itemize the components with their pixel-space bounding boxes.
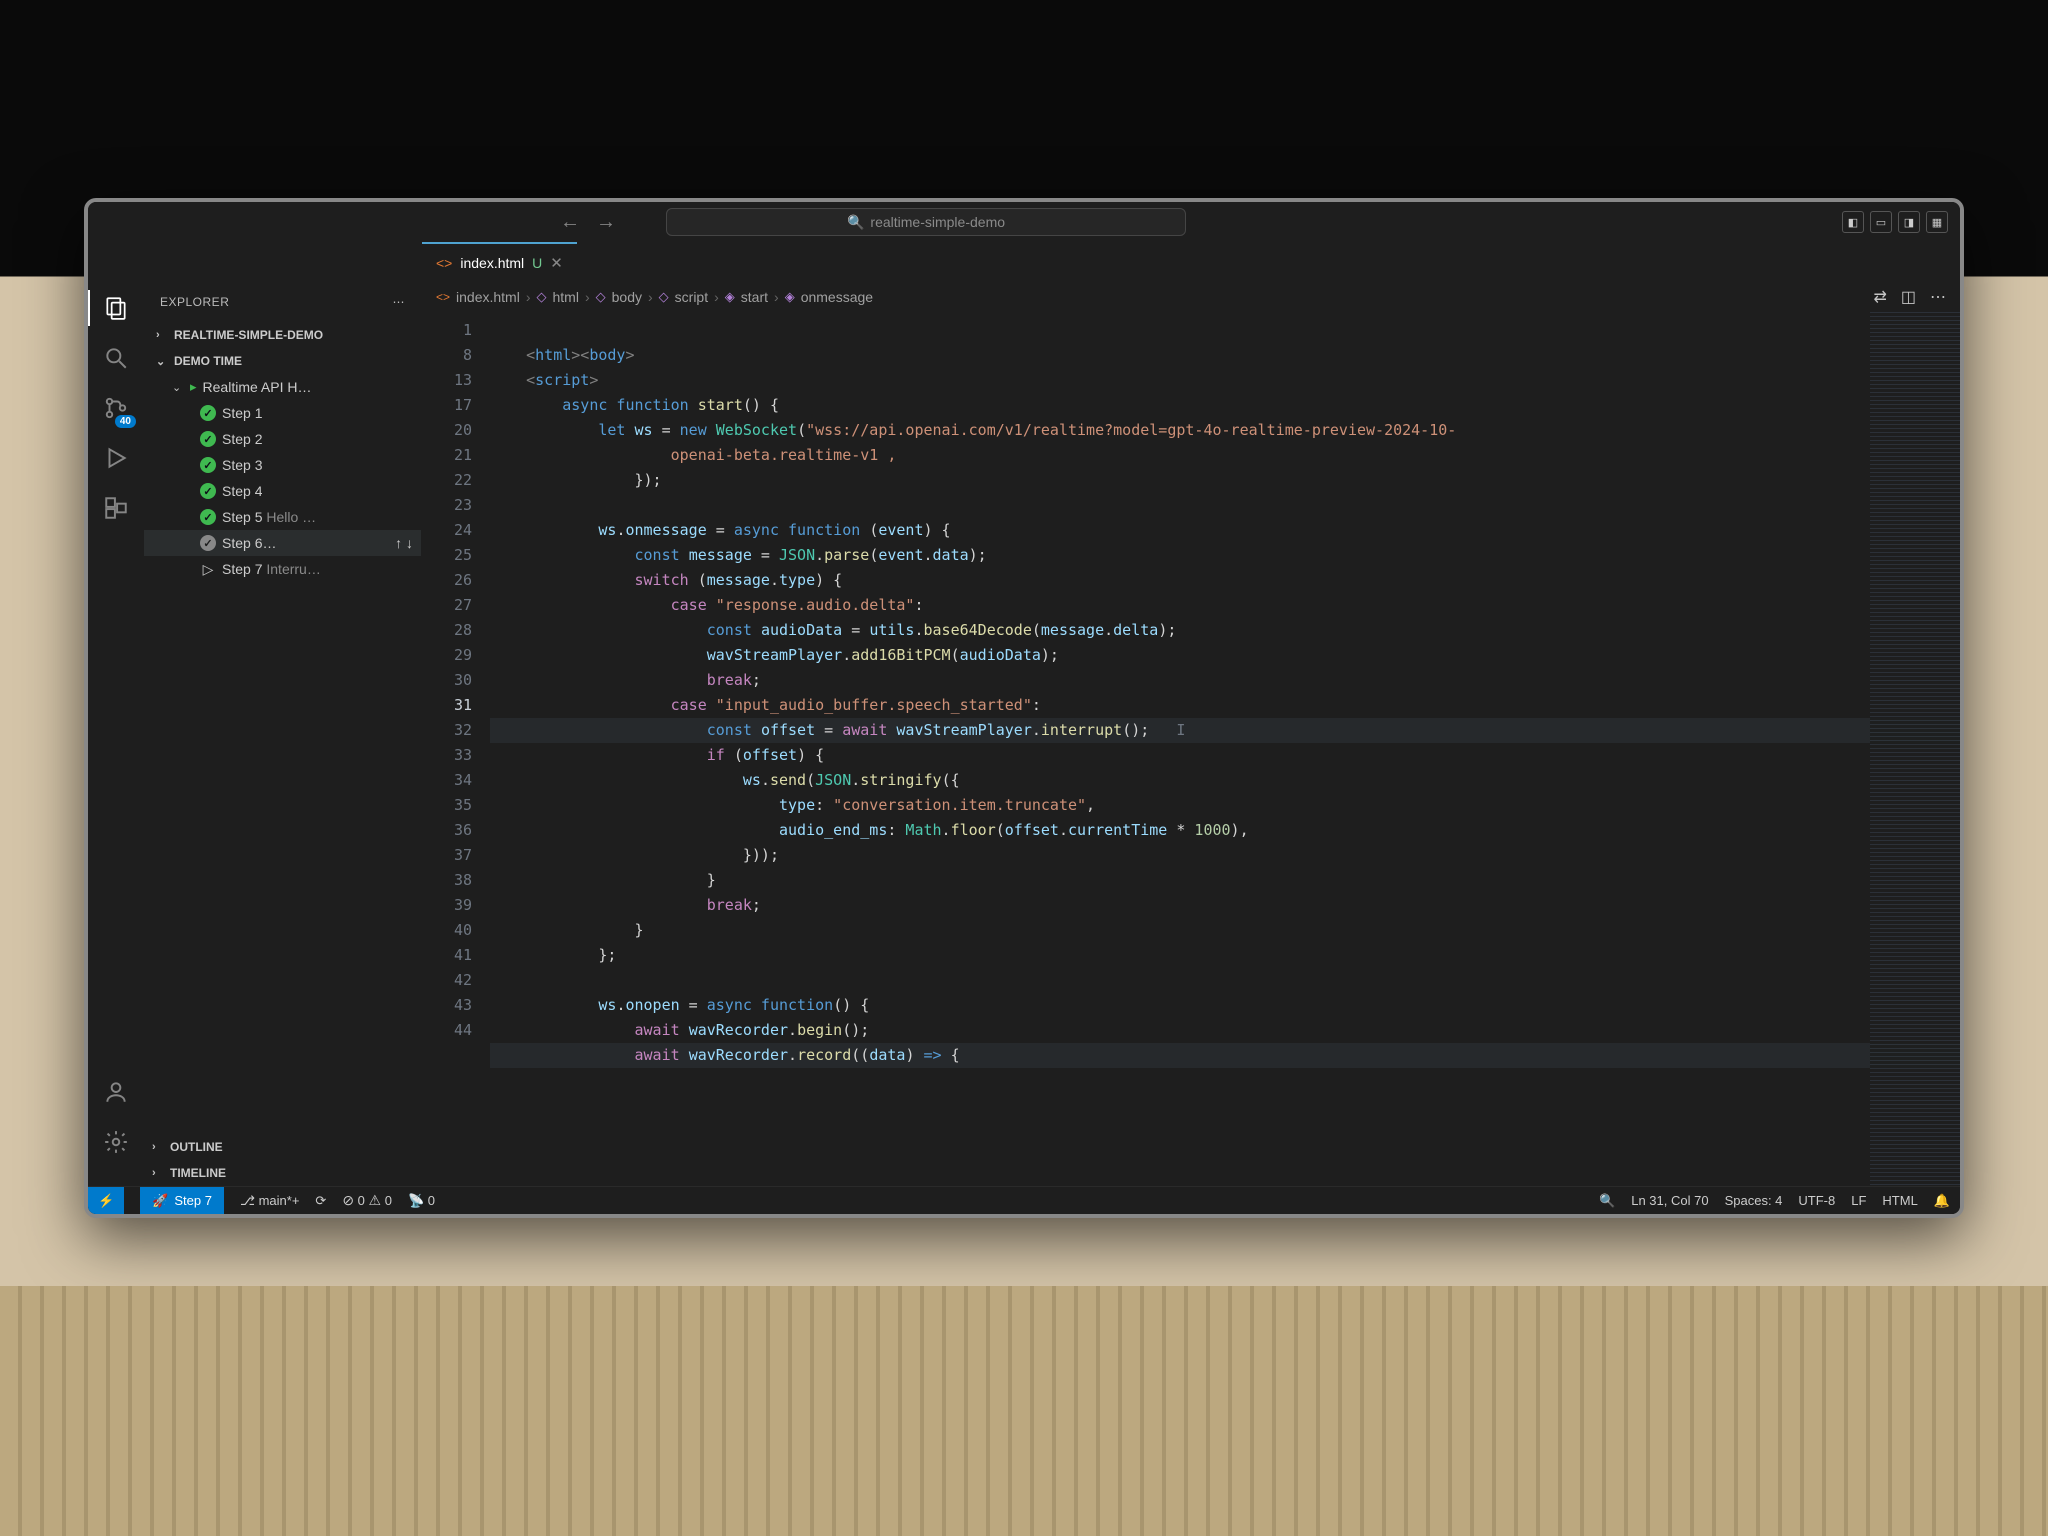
- warning-icon: ⚠: [369, 1192, 382, 1208]
- tab-git-flag: U: [532, 255, 542, 271]
- source-control-icon[interactable]: 40: [100, 392, 132, 424]
- editor-more-icon[interactable]: ⋯: [1930, 287, 1946, 307]
- cursor-position[interactable]: Ln 31, Col 70: [1631, 1193, 1708, 1208]
- nav-forward-icon[interactable]: →: [596, 211, 616, 234]
- folder-realtime-simple-demo[interactable]: ›REALTIME-SIMPLE-DEMO: [144, 322, 421, 348]
- extensions-icon[interactable]: [100, 492, 132, 524]
- problems-status[interactable]: ⊘ 0 ⚠ 0: [342, 1192, 392, 1209]
- explorer-sidebar: EXPLORER ⋯ ›REALTIME-SIMPLE-DEMO ⌄DEMO T…: [144, 282, 422, 1186]
- close-icon[interactable]: ✕: [550, 254, 563, 272]
- nav-back-icon[interactable]: ←: [560, 211, 580, 234]
- folder-demo-time[interactable]: ⌄DEMO TIME: [144, 348, 421, 374]
- language-mode[interactable]: HTML: [1882, 1193, 1917, 1208]
- remote-indicator[interactable]: ⚡: [88, 1187, 124, 1214]
- rocket-icon: 🚀: [152, 1193, 168, 1209]
- split-editor-icon[interactable]: ◫: [1901, 287, 1916, 307]
- tab-filename: index.html: [460, 255, 524, 271]
- run-debug-icon[interactable]: [100, 442, 132, 474]
- status-step[interactable]: 🚀Step 7: [140, 1187, 224, 1214]
- sidebar-more-icon[interactable]: ⋯: [393, 295, 406, 309]
- play-icon: ▸: [190, 379, 197, 395]
- step-item-1[interactable]: ✓Step 1: [144, 400, 421, 426]
- toggle-panel-right-icon[interactable]: ◨: [1898, 211, 1920, 233]
- step-item-2[interactable]: ✓Step 2: [144, 426, 421, 452]
- radio-icon: 📡: [408, 1193, 424, 1208]
- git-branch[interactable]: ⎇ main*+: [240, 1193, 299, 1209]
- search-nav-icon[interactable]: [100, 342, 132, 374]
- minimap[interactable]: [1870, 312, 1960, 1186]
- encoding[interactable]: UTF-8: [1798, 1193, 1835, 1208]
- step-item-3[interactable]: ✓Step 3: [144, 452, 421, 478]
- method-icon: ◈: [785, 289, 795, 305]
- scm-badge: 40: [115, 415, 136, 428]
- editor-tabs: <> index.html U ✕: [88, 242, 1960, 282]
- search-label: realtime-simple-demo: [870, 214, 1005, 230]
- html-file-icon: <>: [436, 255, 452, 271]
- sidebar-title: EXPLORER: [160, 295, 229, 309]
- sync-icon[interactable]: ⟳: [315, 1193, 326, 1209]
- toggle-panel-left-icon[interactable]: ◧: [1842, 211, 1864, 233]
- vscode-window: ← → 🔍 realtime-simple-demo ◧ ▭ ◨ ▦ <> in…: [84, 198, 1964, 1218]
- layout-controls: ◧ ▭ ◨ ▦: [1842, 211, 1948, 233]
- step-up-icon[interactable]: ↑: [395, 535, 402, 551]
- symbol-icon: ◇: [596, 289, 606, 305]
- eol[interactable]: LF: [1851, 1193, 1866, 1208]
- symbol-icon: ◇: [537, 289, 547, 305]
- breadcrumb[interactable]: <> index.html ›◇html ›◇body ›◇script ›◈s…: [422, 282, 1960, 312]
- outline-section[interactable]: ›OUTLINE: [144, 1134, 421, 1160]
- timeline-section[interactable]: ›TIMELINE: [144, 1160, 421, 1186]
- method-icon: ◈: [725, 289, 735, 305]
- tab-indexhtml[interactable]: <> index.html U ✕: [422, 242, 577, 281]
- title-bar: ← → 🔍 realtime-simple-demo ◧ ▭ ◨ ▦: [88, 202, 1960, 242]
- ports-status[interactable]: 📡 0: [408, 1193, 435, 1209]
- zoom-icon[interactable]: 🔍: [1599, 1193, 1615, 1209]
- customize-layout-icon[interactable]: ▦: [1926, 211, 1948, 233]
- activity-bar: 40: [88, 282, 144, 1186]
- notifications-icon[interactable]: 🔔: [1934, 1193, 1950, 1209]
- code-editor: <> index.html ›◇html ›◇body ›◇script ›◈s…: [422, 282, 1960, 1186]
- step-item-5[interactable]: ✓Step 5 Hello …: [144, 504, 421, 530]
- symbol-icon: ◇: [659, 289, 669, 305]
- step-item-4[interactable]: ✓Step 4: [144, 478, 421, 504]
- toggle-panel-bottom-icon[interactable]: ▭: [1870, 211, 1892, 233]
- compare-changes-icon[interactable]: ⇄: [1873, 287, 1886, 307]
- demo-section[interactable]: ⌄▸ Realtime API H…: [144, 374, 421, 400]
- step-item-6[interactable]: ✓Step 6…↑ ↓: [144, 530, 421, 556]
- indentation[interactable]: Spaces: 4: [1725, 1193, 1783, 1208]
- play-outline-icon: ▷: [200, 561, 216, 578]
- error-icon: ⊘: [342, 1192, 354, 1208]
- file-tree: ›REALTIME-SIMPLE-DEMO ⌄DEMO TIME ⌄▸ Real…: [144, 322, 421, 1134]
- line-number-gutter: 1813172021222324252627282930313233343536…: [422, 312, 486, 1186]
- accounts-icon[interactable]: [100, 1076, 132, 1108]
- code-area[interactable]: <html><body> <script> async function sta…: [486, 312, 1960, 1186]
- branch-icon: ⎇: [240, 1193, 255, 1208]
- step-item-7[interactable]: ▷Step 7 Interru…: [144, 556, 421, 582]
- settings-gear-icon[interactable]: [100, 1126, 132, 1158]
- command-center-search[interactable]: 🔍 realtime-simple-demo: [666, 208, 1186, 236]
- step-down-icon[interactable]: ↓: [406, 535, 413, 551]
- explorer-icon[interactable]: [100, 292, 132, 324]
- search-icon: 🔍: [847, 214, 864, 231]
- file-icon: <>: [436, 290, 450, 304]
- status-bar: ⚡ 🚀Step 7 ⎇ main*+ ⟳ ⊘ 0 ⚠ 0 📡 0 🔍 Ln 31…: [88, 1186, 1960, 1214]
